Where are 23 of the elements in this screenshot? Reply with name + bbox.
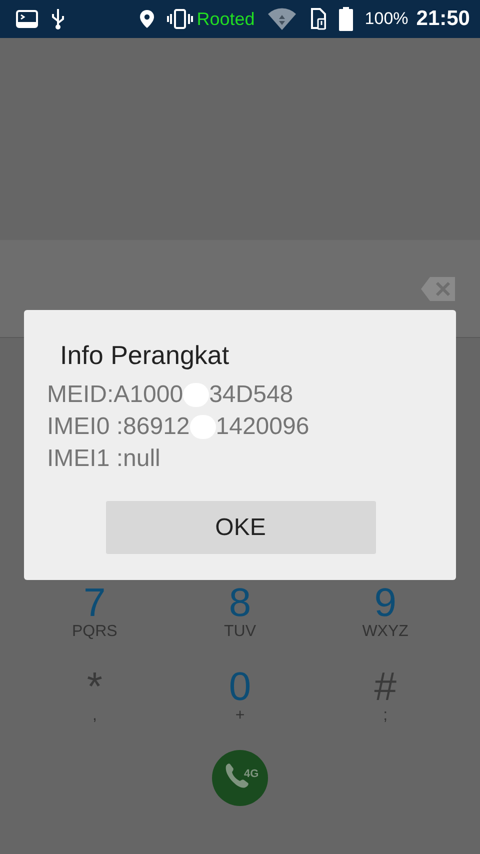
network-type-label: 4G (244, 768, 259, 780)
sim-card-icon (308, 8, 327, 30)
backspace-icon[interactable] (420, 276, 456, 302)
call-button[interactable]: 4G (212, 750, 268, 806)
info-text: IMEI0 :86912 (47, 413, 190, 441)
dial-key[interactable]: 0 + (167, 668, 313, 726)
ok-button[interactable]: OKE (106, 501, 376, 554)
vibrate-icon (166, 9, 193, 29)
usb-icon (50, 8, 66, 30)
dialog-title: Info Perangkat (59, 340, 230, 371)
battery-icon (338, 7, 353, 31)
battery-percentage: 100% (364, 9, 408, 29)
info-text: MEID:A1000 (47, 381, 184, 409)
rooted-label: Rooted (196, 8, 255, 30)
wifi-icon (266, 8, 297, 30)
clock-time: 21:50 (416, 7, 470, 31)
info-text: 1420096 (216, 413, 310, 441)
info-text: 34D548 (209, 381, 294, 409)
info-text: IMEI1 :null (47, 445, 160, 473)
dial-key[interactable]: * , (22, 668, 168, 726)
terminal-icon (16, 10, 38, 28)
dial-key[interactable]: # ; (312, 668, 458, 726)
location-pin-icon (138, 9, 155, 29)
